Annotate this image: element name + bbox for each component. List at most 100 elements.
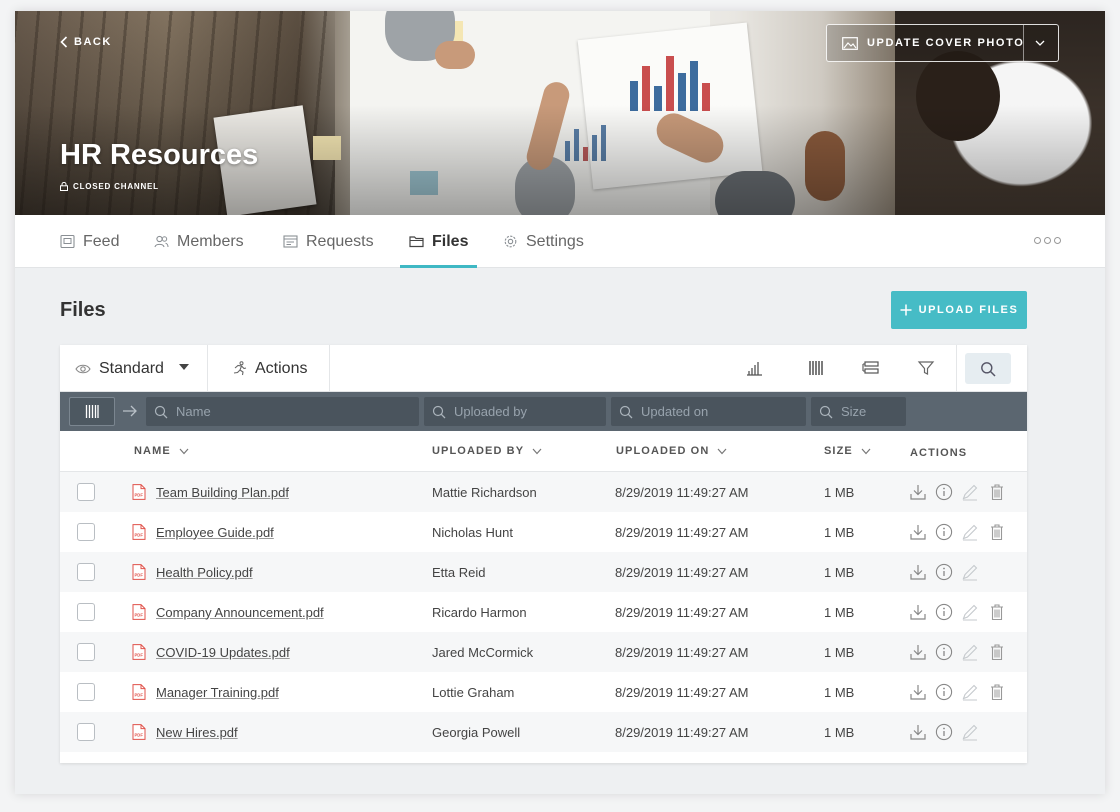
table-row[interactable]: PDF Team Building Plan.pdf Mattie Richards… [60,472,1027,512]
table-row[interactable]: PDF Manager Training.pdf Lottie Graham 8/29… [60,672,1027,712]
columns-icon[interactable] [807,359,825,377]
file-name-link[interactable]: Company Announcement.pdf [156,605,324,620]
table-row[interactable]: PDF New Hires.pdf Georgia Powell 8/29/2019 … [60,712,1027,752]
back-label: BACK [74,36,112,48]
trash-icon[interactable] [988,483,1006,501]
row-checkbox[interactable] [77,683,95,701]
dot [1034,237,1041,244]
chevron-down-icon [179,448,189,454]
info-icon[interactable] [935,523,953,541]
view-selector[interactable]: Standard [60,345,208,392]
more-options-button[interactable] [1034,237,1061,244]
download-icon[interactable] [909,563,927,581]
tab-settings[interactable]: Settings [503,215,584,268]
download-icon[interactable] [909,643,927,661]
column-picker-button[interactable] [69,397,115,426]
uploaded-by-filter-input[interactable]: Uploaded by [424,397,606,426]
size-cell: 1 MB [824,724,855,740]
filter-icon[interactable] [917,359,935,377]
chevron-down-icon[interactable] [1034,37,1046,49]
upload-files-label: UPLOAD FILES [918,304,1019,316]
uploaded-on-cell: 8/29/2019 11:49:27 AM [615,524,749,540]
column-header-actions: ACTIONS [910,447,967,459]
back-button[interactable]: BACK [60,36,112,48]
uploaded-on-cell: 8/29/2019 11:49:27 AM [615,564,749,580]
column-header-uploaded-on[interactable]: UPLOADED ON [616,445,727,457]
trash-icon[interactable] [988,643,1006,661]
trash-icon[interactable] [988,523,1006,541]
file-name-link[interactable]: Manager Training.pdf [156,685,279,700]
download-icon[interactable] [909,523,927,541]
size-filter-placeholder: Size [841,404,867,419]
svg-text:PDF: PDF [135,653,144,658]
pdf-file-icon: PDF [132,604,146,620]
table-row[interactable]: PDF Company Announcement.pdf Ricardo Harmo… [60,592,1027,632]
info-icon[interactable] [935,603,953,621]
edit-icon[interactable] [961,483,979,501]
edit-icon[interactable] [961,563,979,581]
file-name-link[interactable]: COVID-19 Updates.pdf [156,645,290,660]
column-header-size[interactable]: SIZE [824,445,871,457]
trash-icon[interactable] [988,603,1006,621]
row-checkbox[interactable] [77,603,95,621]
uploaded-by-filter-placeholder: Uploaded by [454,404,527,419]
file-name-link[interactable]: Employee Guide.pdf [156,525,274,540]
size-filter-input[interactable]: Size [811,397,906,426]
tab-feed[interactable]: Feed [60,215,119,268]
caret-down-icon [179,364,189,370]
download-icon[interactable] [909,723,927,741]
name-filter-input[interactable]: Name [146,397,419,426]
column-header-label: NAME [134,445,171,457]
column-header-name[interactable]: NAME [134,445,189,457]
edit-icon[interactable] [961,643,979,661]
pdf-file-icon: PDF [132,684,146,700]
bar-chart-icon[interactable] [745,359,763,377]
row-checkbox[interactable] [77,563,95,581]
file-name-link[interactable]: Team Building Plan.pdf [156,485,289,500]
pdf-file-icon: PDF [132,644,146,660]
download-icon[interactable] [909,483,927,501]
info-icon[interactable] [935,483,953,501]
uploaded-by-cell: Ricardo Harmon [432,604,527,620]
group-rows-icon[interactable] [862,359,880,377]
tab-requests[interactable]: Requests [283,215,374,268]
file-name-link[interactable]: Health Policy.pdf [156,565,253,580]
pdf-file-icon: PDF [132,724,146,740]
info-icon[interactable] [935,683,953,701]
update-cover-photo-button[interactable]: UPDATE COVER PHOTO [826,24,1059,62]
info-icon[interactable] [935,723,953,741]
edit-icon[interactable] [961,723,979,741]
trash-icon[interactable] [988,683,1006,701]
table-row[interactable]: PDF Health Policy.pdf Etta Reid 8/29/2019 1… [60,552,1027,592]
info-icon[interactable] [935,643,953,661]
size-cell: 1 MB [824,684,855,700]
pdf-file-icon: PDF [132,524,146,540]
uploaded-by-cell: Georgia Powell [432,724,521,740]
search-toggle-button[interactable] [965,353,1011,384]
edit-icon[interactable] [961,523,979,541]
row-checkbox[interactable] [77,643,95,661]
tab-files[interactable]: Files [399,215,479,268]
file-name-link[interactable]: New Hires.pdf [156,725,238,740]
upload-files-button[interactable]: UPLOAD FILES [891,291,1027,329]
uploaded-on-cell: 8/29/2019 11:49:27 AM [615,604,749,620]
channel-page: BACK UPDATE COVER PHOTO HR Resources CLO… [15,11,1105,794]
chevron-down-icon [861,448,871,454]
edit-icon[interactable] [961,603,979,621]
tab-members[interactable]: Members [154,215,244,268]
actions-label: Actions [255,359,308,377]
uploaded-on-cell: 8/29/2019 11:49:27 AM [615,684,749,700]
table-row[interactable]: PDF COVID-19 Updates.pdf Jared McCormick 8/… [60,632,1027,672]
table-row[interactable]: PDF Employee Guide.pdf Nicholas Hunt 8/29/2… [60,512,1027,552]
info-icon[interactable] [935,563,953,581]
column-header-uploaded-by[interactable]: UPLOADED BY [432,445,542,457]
edit-icon[interactable] [961,683,979,701]
row-checkbox[interactable] [77,483,95,501]
download-icon[interactable] [909,603,927,621]
updated-on-filter-input[interactable]: Updated on [611,397,806,426]
row-checkbox[interactable] [77,523,95,541]
row-checkbox[interactable] [77,723,95,741]
arrow-right-icon [123,405,137,417]
actions-menu-button[interactable]: Actions [208,345,330,392]
download-icon[interactable] [909,683,927,701]
